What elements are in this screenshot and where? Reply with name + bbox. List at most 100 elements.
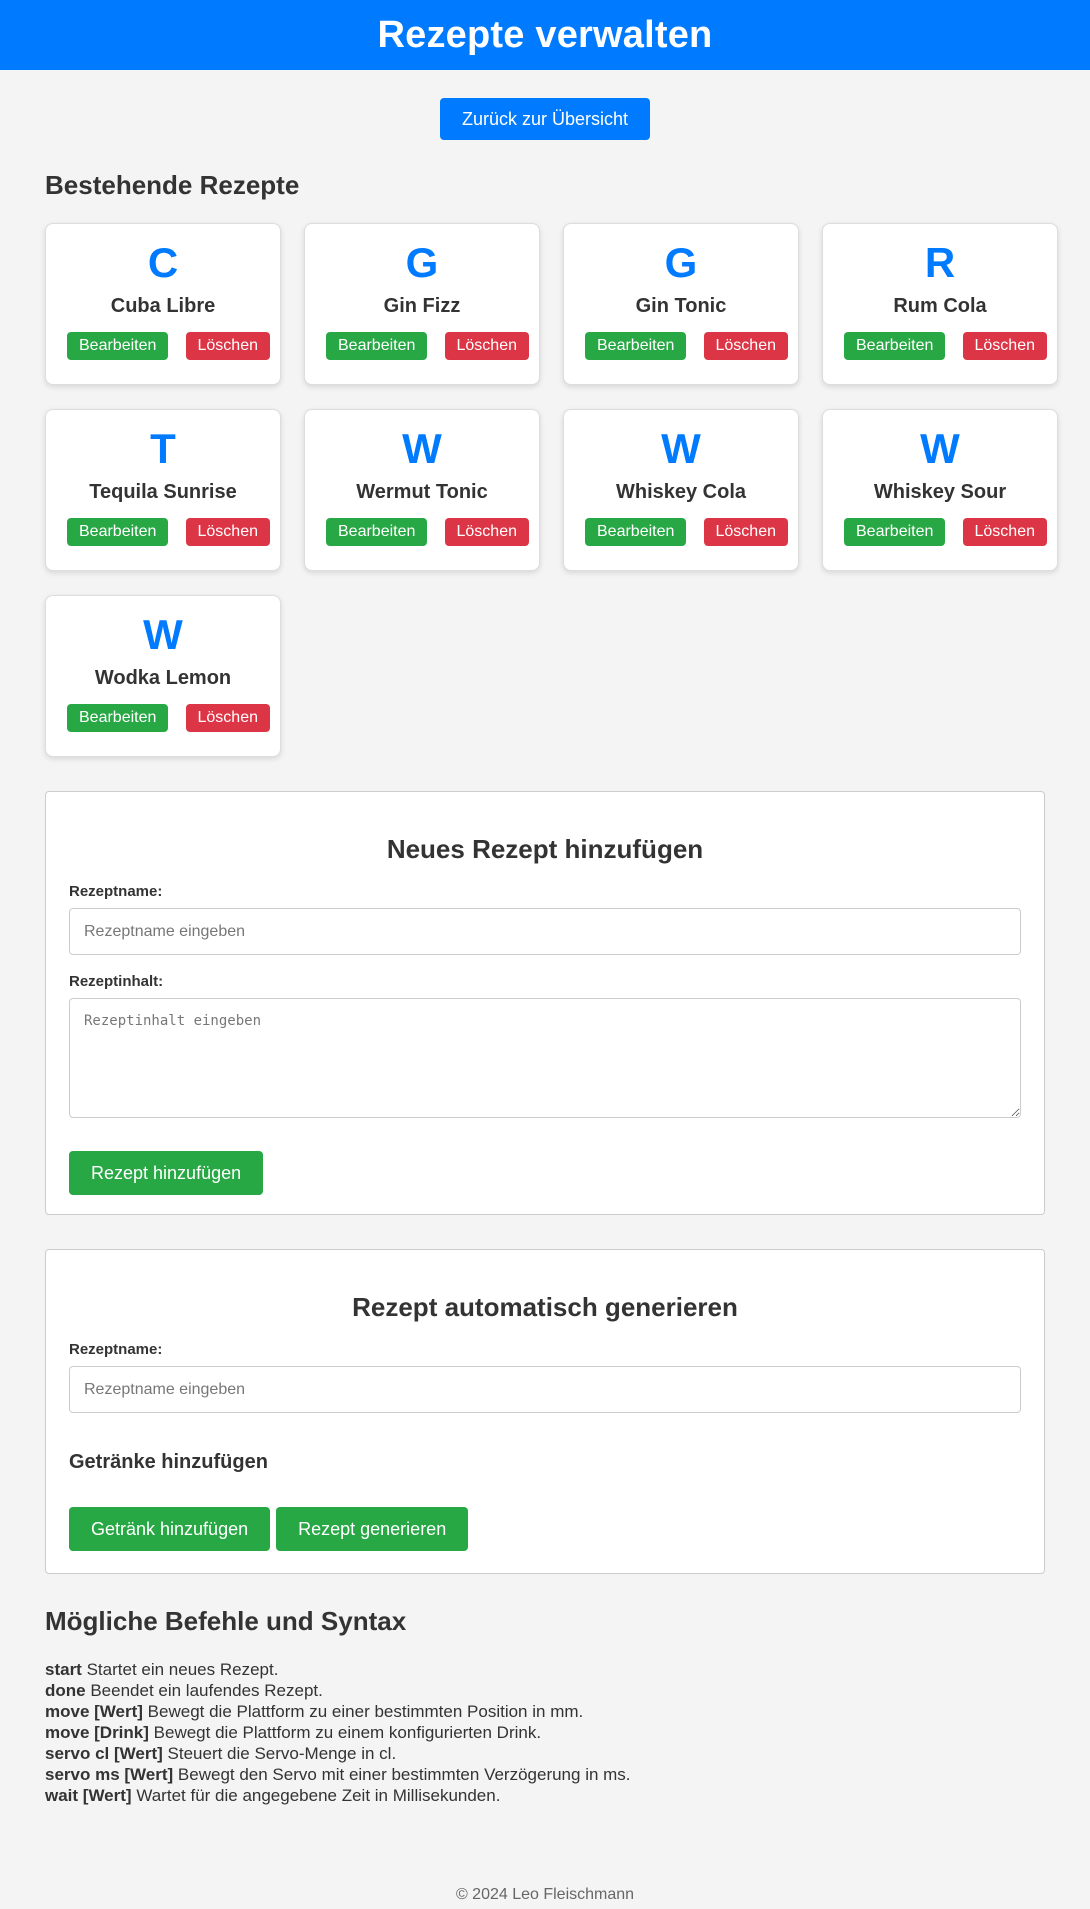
recipe-initial: T <box>150 425 176 472</box>
recipe-actions: Bearbeiten Löschen <box>823 332 1057 360</box>
edit-recipe-button[interactable]: Bearbeiten <box>67 332 169 360</box>
recipe-card: G Gin Fizz Bearbeiten Löschen <box>304 223 540 385</box>
edit-recipe-button[interactable]: Bearbeiten <box>585 332 687 360</box>
delete-recipe-button[interactable]: Löschen <box>444 518 529 546</box>
syntax-list: start Startet ein neues Rezept. done Bee… <box>45 1659 1045 1806</box>
syntax-item: start Startet ein neues Rezept. <box>45 1659 1045 1680</box>
recipe-name: Wermut Tonic <box>356 481 488 503</box>
delete-recipe-button[interactable]: Löschen <box>185 704 270 732</box>
syntax-command: move [Wert] <box>45 1702 143 1721</box>
recipe-actions: Bearbeiten Löschen <box>46 704 280 732</box>
syntax-item: move [Drink] Bewegt die Plattform zu ein… <box>45 1722 1045 1743</box>
delete-recipe-button[interactable]: Löschen <box>962 518 1047 546</box>
delete-recipe-button[interactable]: Löschen <box>185 518 270 546</box>
syntax-description: Wartet für die angegebene Zeit in Millis… <box>136 1786 501 1805</box>
recipe-initial: C <box>147 239 179 286</box>
recipe-initial: G <box>405 239 439 286</box>
syntax-item: done Beendet ein laufendes Rezept. <box>45 1680 1045 1701</box>
auto-recipe-title: Rezept automatisch generieren <box>352 1292 738 1322</box>
auto-recipe-name-label: Rezeptname: <box>69 1341 163 1358</box>
recipe-actions: Bearbeiten Löschen <box>823 518 1057 546</box>
recipe-card: W Wodka Lemon Bearbeiten Löschen <box>45 595 281 757</box>
recipe-name: Whiskey Sour <box>873 481 1007 503</box>
recipe-name: Whiskey Cola <box>615 481 747 503</box>
syntax-command: servo cl [Wert] <box>45 1744 163 1763</box>
add-recipe-button[interactable]: Rezept hinzufügen <box>69 1151 264 1195</box>
recipe-name: Tequila Sunrise <box>89 481 237 503</box>
edit-recipe-button[interactable]: Bearbeiten <box>67 704 169 732</box>
new-recipe-form: Neues Rezept hinzufügen Rezeptname: Reze… <box>45 791 1045 1215</box>
back-nav: Zurück zur Übersicht <box>0 98 1090 140</box>
recipe-initial: W <box>661 425 701 472</box>
syntax-command: servo ms [Wert] <box>45 1765 174 1784</box>
delete-recipe-button[interactable]: Löschen <box>703 518 788 546</box>
recipe-content-label: Rezeptinhalt: <box>69 973 164 990</box>
recipe-card: C Cuba Libre Bearbeiten Löschen <box>45 223 281 385</box>
recipe-initial: R <box>924 239 956 286</box>
edit-recipe-button[interactable]: Bearbeiten <box>844 518 946 546</box>
delete-recipe-button[interactable]: Löschen <box>703 332 788 360</box>
page-header: Rezepte verwalten <box>0 0 1090 70</box>
edit-recipe-button[interactable]: Bearbeiten <box>844 332 946 360</box>
syntax-description: Bewegt die Plattform zu einem konfigurie… <box>153 1723 542 1742</box>
recipe-actions: Bearbeiten Löschen <box>564 332 798 360</box>
auto-recipe-actions: Getränk hinzufügen Rezept generieren <box>69 1507 1021 1551</box>
recipe-name: Gin Fizz <box>383 295 461 317</box>
recipe-initial: G <box>664 239 698 286</box>
delete-recipe-button[interactable]: Löschen <box>444 332 529 360</box>
syntax-description: Bewegt den Servo mit einer bestimmten Ve… <box>177 1765 631 1784</box>
drinks-section-title: Getränke hinzufügen <box>69 1451 268 1473</box>
recipe-card: W Whiskey Sour Bearbeiten Löschen <box>822 409 1058 571</box>
delete-recipe-button[interactable]: Löschen <box>185 332 270 360</box>
recipe-card: W Wermut Tonic Bearbeiten Löschen <box>304 409 540 571</box>
recipe-grid: C Cuba Libre Bearbeiten Löschen G Gin Fi… <box>45 223 1058 757</box>
recipe-actions: Bearbeiten Löschen <box>564 518 798 546</box>
recipe-actions: Bearbeiten Löschen <box>46 518 280 546</box>
syntax-item: servo ms [Wert] Bewegt den Servo mit ein… <box>45 1764 1045 1785</box>
syntax-title: Mögliche Befehle und Syntax <box>45 1606 407 1636</box>
recipe-card: G Gin Tonic Bearbeiten Löschen <box>563 223 799 385</box>
auto-recipe-name-input[interactable] <box>69 1366 1021 1413</box>
add-drink-button[interactable]: Getränk hinzufügen <box>69 1507 271 1551</box>
page-footer: © 2024 Leo Fleischmann <box>455 1886 635 1903</box>
edit-recipe-button[interactable]: Bearbeiten <box>585 518 687 546</box>
syntax-description: Startet ein neues Rezept. <box>86 1660 279 1679</box>
syntax-item: servo cl [Wert] Steuert die Servo-Menge … <box>45 1743 1045 1764</box>
recipe-name-input[interactable] <box>69 908 1021 955</box>
syntax-command: wait [Wert] <box>45 1786 132 1805</box>
new-recipe-title: Neues Rezept hinzufügen <box>386 834 704 864</box>
recipe-actions: Bearbeiten Löschen <box>46 332 280 360</box>
generate-recipe-button[interactable]: Rezept generieren <box>276 1507 469 1551</box>
back-to-overview-button[interactable]: Zurück zur Übersicht <box>439 98 651 140</box>
recipe-name-label: Rezeptname: <box>69 883 163 900</box>
recipe-initial: W <box>402 425 442 472</box>
main-content: Bestehende Rezepte C Cuba Libre Bearbeit… <box>0 170 1090 1806</box>
edit-recipe-button[interactable]: Bearbeiten <box>67 518 169 546</box>
syntax-command: done <box>45 1681 86 1700</box>
edit-recipe-button[interactable]: Bearbeiten <box>326 518 428 546</box>
syntax-description: Steuert die Servo-Menge in cl. <box>167 1744 397 1763</box>
syntax-command: move [Drink] <box>45 1723 149 1742</box>
recipe-initial: W <box>143 611 183 658</box>
recipe-name: Gin Tonic <box>635 295 727 317</box>
recipe-actions: Bearbeiten Löschen <box>305 518 539 546</box>
existing-recipes-title: Bestehende Rezepte <box>45 170 300 200</box>
recipe-content-textarea[interactable] <box>69 998 1021 1118</box>
recipe-initial: W <box>920 425 960 472</box>
delete-recipe-button[interactable]: Löschen <box>962 332 1047 360</box>
syntax-command: start <box>45 1660 82 1679</box>
syntax-description: Beendet ein laufendes Rezept. <box>90 1681 323 1700</box>
syntax-item: wait [Wert] Wartet für die angegebene Ze… <box>45 1785 1045 1806</box>
syntax-description: Bewegt die Plattform zu einer bestimmten… <box>147 1702 584 1721</box>
recipe-card: T Tequila Sunrise Bearbeiten Löschen <box>45 409 281 571</box>
recipe-name: Rum Cola <box>893 295 987 317</box>
recipe-card: W Whiskey Cola Bearbeiten Löschen <box>563 409 799 571</box>
page-title: Rezepte verwalten <box>377 13 713 56</box>
syntax-item: move [Wert] Bewegt die Plattform zu eine… <box>45 1701 1045 1722</box>
edit-recipe-button[interactable]: Bearbeiten <box>326 332 428 360</box>
recipe-name: Cuba Libre <box>110 295 216 317</box>
auto-recipe-form: Rezept automatisch generieren Rezeptname… <box>45 1249 1045 1574</box>
recipe-name: Wodka Lemon <box>94 667 232 689</box>
recipe-actions: Bearbeiten Löschen <box>305 332 539 360</box>
recipe-card: R Rum Cola Bearbeiten Löschen <box>822 223 1058 385</box>
